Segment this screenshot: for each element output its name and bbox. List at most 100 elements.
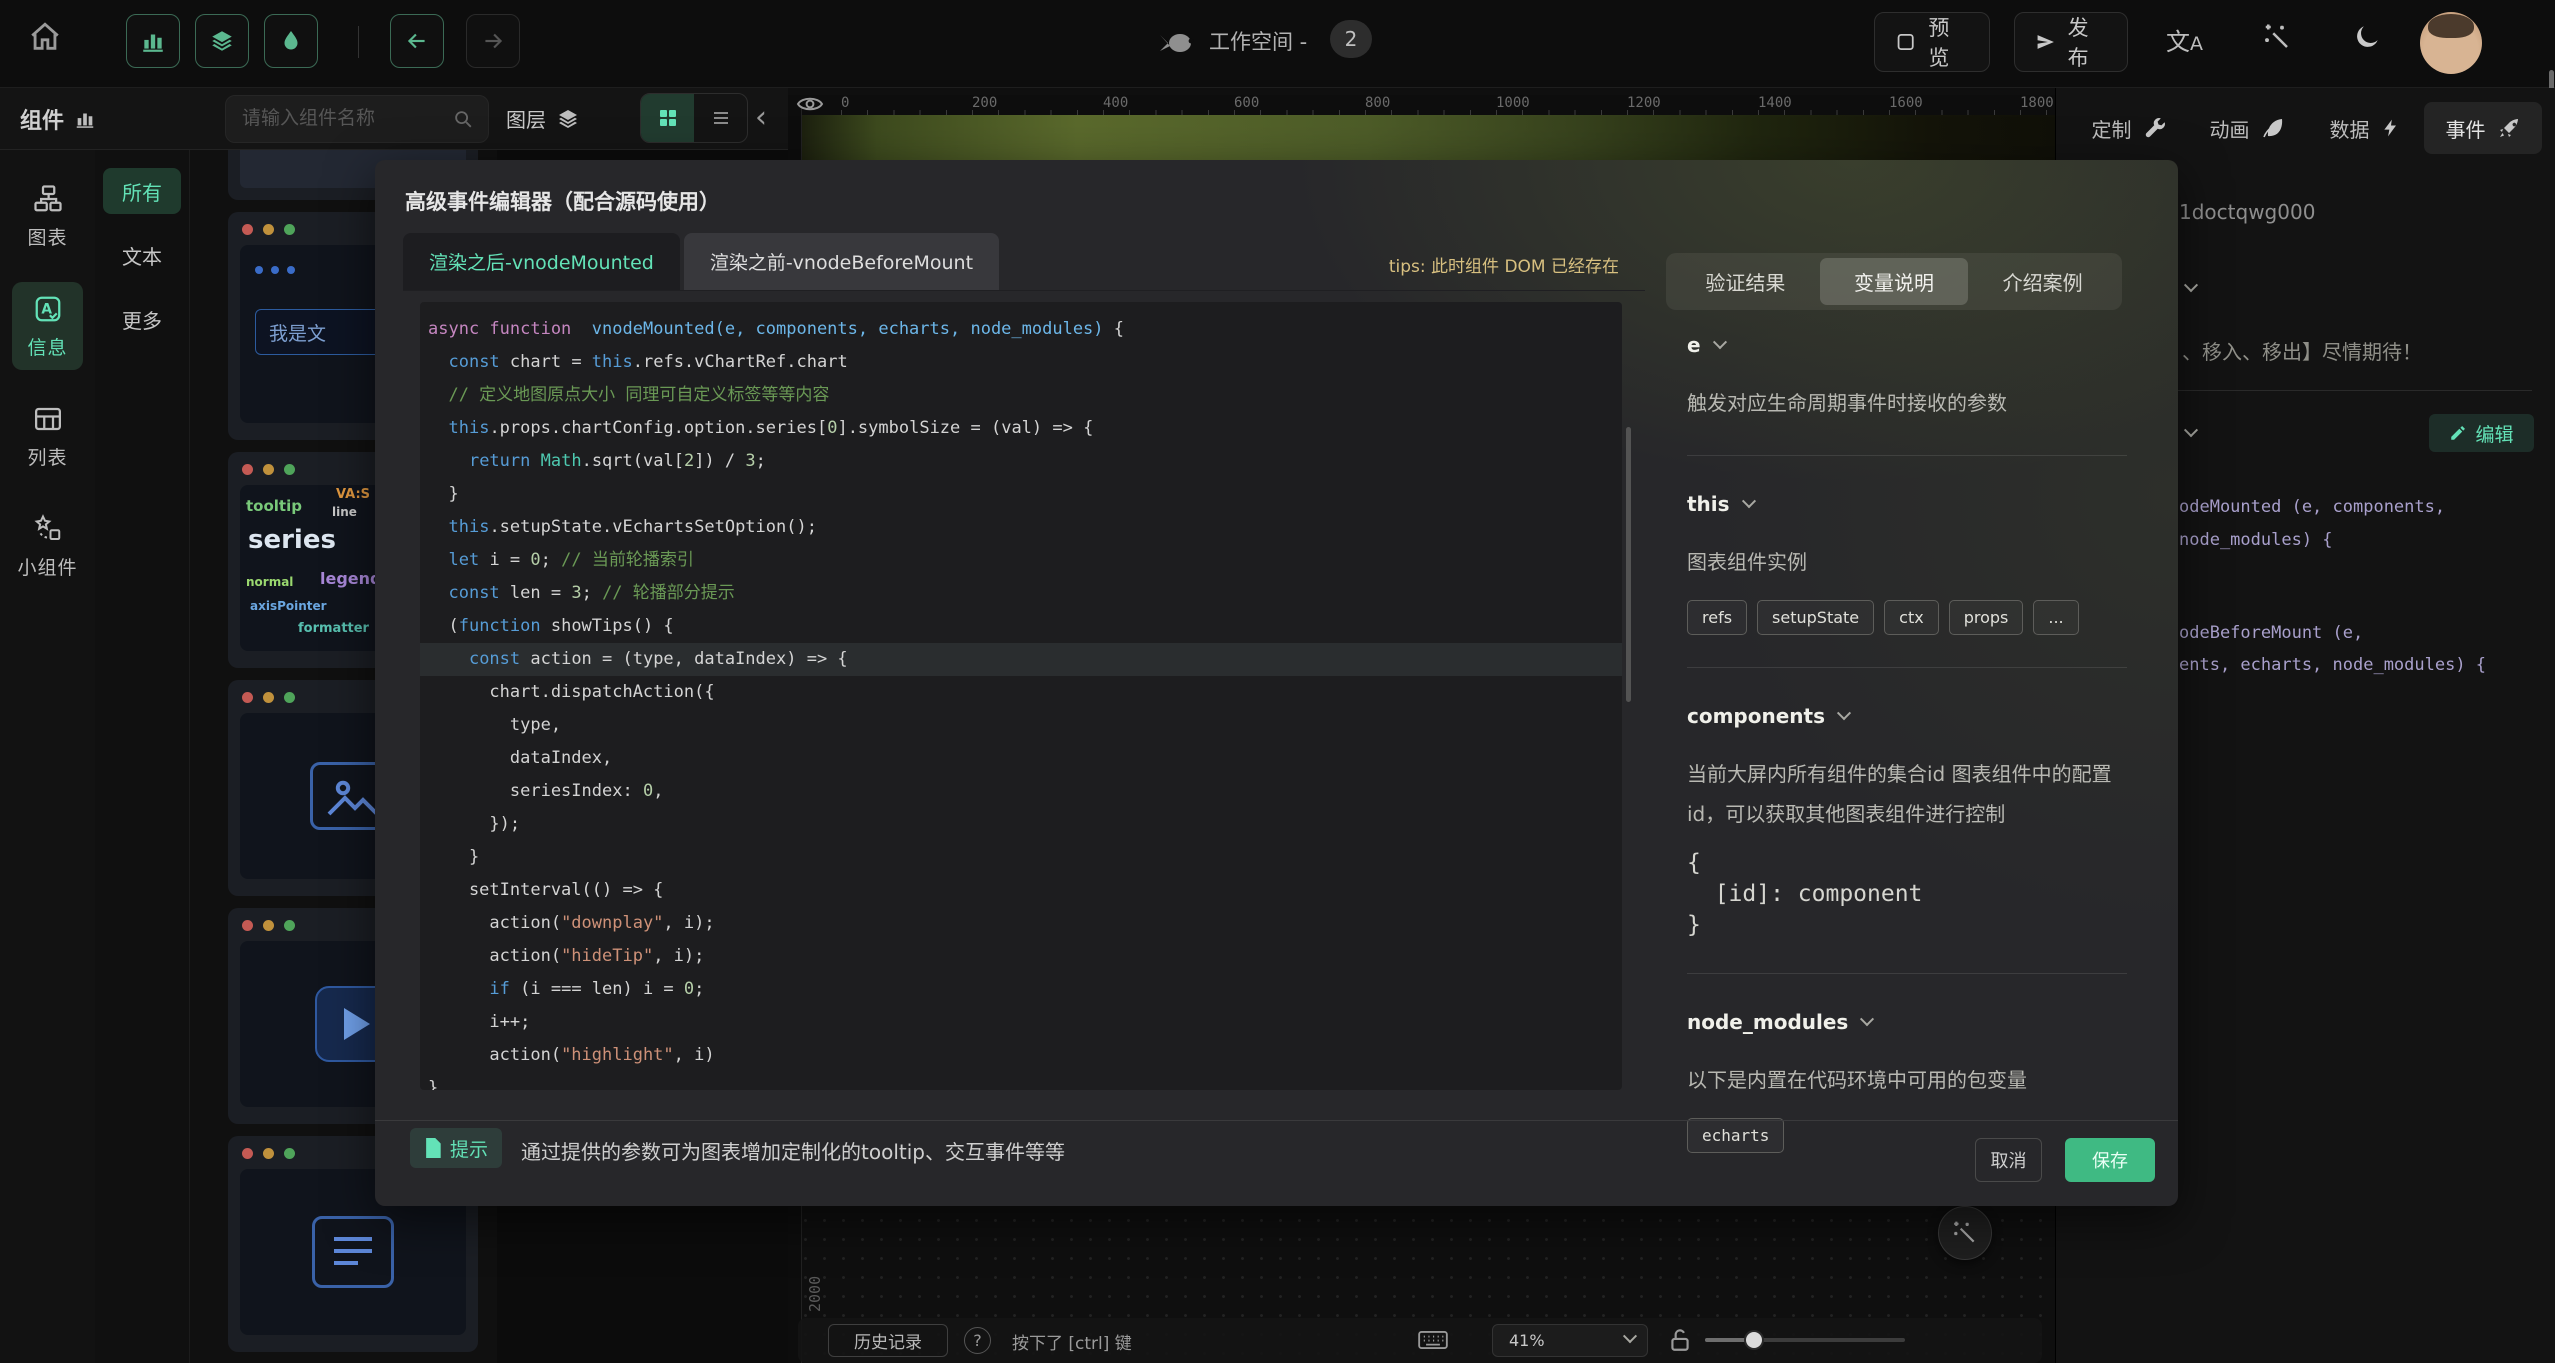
list-view-button[interactable] — [694, 94, 747, 142]
editor-scrollbar[interactable] — [1626, 427, 1631, 702]
chevron-down-icon — [1837, 706, 1851, 720]
wordcloud-word: legend — [320, 569, 381, 588]
wordcloud-word: series — [248, 525, 336, 555]
table-icon — [33, 404, 63, 434]
home-icon[interactable] — [28, 20, 62, 54]
assistant-float-button[interactable] — [1938, 1206, 1992, 1260]
send-icon — [2035, 31, 2056, 53]
magic-wand-icon[interactable] — [2262, 22, 2292, 52]
docs-tab[interactable]: 变量说明 — [1820, 258, 1969, 305]
layers-view-toggle — [640, 93, 748, 143]
category-tab[interactable]: 所有 — [103, 168, 181, 214]
code-line: this.props.chartConfig.option.series[0].… — [420, 412, 1622, 445]
ruler-label: 1600 — [1889, 95, 1923, 111]
docs-tag: ctx — [1884, 600, 1939, 635]
code-line: const action = (type, dataIndex) => { — [420, 643, 1622, 676]
docs-section-name: this — [1687, 492, 1730, 516]
publish-button[interactable]: 发布 — [2014, 12, 2128, 72]
component-type-rail: 图表 A信息列表小组件 — [0, 150, 95, 1363]
layers-panel-title: 图层 — [506, 104, 580, 133]
lifecycle-tab[interactable]: 渲染之后-vnodeMounted — [403, 233, 680, 290]
wordcloud-word: formatter — [298, 621, 369, 636]
footer-hint-text: 通过提供的参数可为图表增加定制化的tooltip、交互事件等等 — [521, 1136, 1065, 1165]
modal-title: 高级事件编辑器（配合源码使用） — [405, 186, 720, 216]
settings-tabs: 定制 动画数据事件 — [2070, 102, 2542, 154]
docs-tabs: 验证结果变量说明介绍案例 — [1666, 253, 2122, 310]
settings-tab-leaf[interactable]: 动画 — [2188, 102, 2306, 154]
modal-tip-text: tips: 此时组件 DOM 已经存在 — [1365, 252, 1619, 277]
fish-icon — [1158, 28, 1198, 58]
canvas-bottom-bar: 历史记录 ? 按下了 [ctrl] 键 41% — [798, 1318, 2042, 1363]
components-panel-title-label: 组件 — [20, 103, 64, 135]
zoom-slider[interactable] — [1705, 1338, 1905, 1342]
zoom-level-select[interactable]: 41% — [1492, 1324, 1648, 1357]
grid-view-button[interactable] — [641, 94, 694, 142]
redo-button[interactable] — [466, 14, 520, 68]
chevron-down-icon[interactable] — [2184, 423, 2198, 437]
chevron-down-icon[interactable] — [2184, 278, 2198, 292]
docs-tab[interactable]: 介绍案例 — [1968, 258, 2117, 305]
docs-tag: props — [1949, 600, 2024, 635]
document-icon — [424, 1138, 441, 1158]
docs-section-header[interactable]: node_modules — [1687, 1010, 2127, 1034]
sidebar-item-info[interactable]: A信息 — [12, 282, 83, 370]
lifecycle-tab[interactable]: 渲染之前-vnodeBeforeMount — [684, 233, 999, 290]
save-button[interactable]: 保存 — [2065, 1138, 2155, 1182]
docs-tab[interactable]: 验证结果 — [1671, 258, 1820, 305]
help-icon[interactable]: ? — [964, 1327, 991, 1354]
info-icon: A — [33, 294, 63, 324]
chart-icon — [33, 184, 63, 214]
search-icon[interactable] — [452, 108, 474, 130]
settings-tab-label: 定制 — [2092, 114, 2132, 143]
keyboard-icon[interactable] — [1418, 1328, 1448, 1352]
component-search-input[interactable] — [225, 95, 489, 143]
sidebar-item-label: 图表 — [27, 223, 67, 250]
divider — [1687, 973, 2127, 974]
sidebar-item-chart[interactable]: 图表 — [12, 172, 83, 260]
settings-tab-bolt[interactable]: 数据 — [2306, 102, 2424, 154]
user-avatar[interactable] — [2420, 12, 2482, 74]
lock-icon[interactable] — [1668, 1327, 1692, 1353]
settings-tab-wrench[interactable]: 定制 — [2070, 102, 2188, 154]
docs-section-header[interactable]: components — [1687, 704, 2127, 728]
collapse-panel-icon[interactable]: ‹ — [755, 96, 767, 140]
browser-icon — [1895, 31, 1916, 53]
code-line: async function vnodeMounted(e, component… — [420, 313, 1622, 346]
top-bar: 工作空间 - 2 预览 发布 文A — [0, 0, 2555, 88]
docs-tag-list: echarts — [1687, 1118, 2127, 1153]
dark-mode-icon[interactable] — [2352, 22, 2382, 52]
history-button[interactable]: 历史记录 — [828, 1324, 948, 1357]
sidebar-item-table[interactable]: 列表 — [12, 392, 83, 480]
bolt-icon — [2381, 116, 2401, 140]
undo-button[interactable] — [390, 14, 444, 68]
component-id-value: 1doctqwg000 — [2179, 200, 2315, 224]
zoom-slider-handle[interactable] — [1746, 1332, 1762, 1348]
category-tab[interactable]: 更多 — [103, 296, 181, 342]
layers-tool-button[interactable] — [195, 14, 249, 68]
cancel-button[interactable]: 取消 — [1975, 1138, 2042, 1182]
preview-button[interactable]: 预览 — [1874, 12, 1990, 72]
language-icon[interactable]: 文A — [2166, 22, 2203, 57]
wordcloud-word: VA:S — [336, 487, 370, 502]
docs-tag: echarts — [1687, 1118, 1784, 1153]
zoom-level-value: 41% — [1509, 1331, 1545, 1350]
code-line: let i = 0; // 当前轮播索引 — [420, 544, 1622, 577]
edit-events-button[interactable]: 编辑 — [2429, 414, 2534, 452]
eye-icon[interactable] — [796, 94, 824, 114]
layers-panel-title-label: 图层 — [506, 104, 546, 133]
docs-section-header[interactable]: e — [1687, 333, 2127, 357]
category-tab[interactable]: 文本 — [103, 232, 181, 278]
docs-section-desc: 触发对应生命周期事件时接收的参数 — [1687, 383, 2127, 423]
events-teaser-text: 、移入、移出】尽情期待！ — [2182, 336, 2422, 365]
settings-tab-rocket[interactable]: 事件 — [2424, 102, 2542, 154]
sidebar-item-label: 小组件 — [17, 553, 77, 580]
code-editor[interactable]: async function vnodeMounted(e, component… — [420, 302, 1622, 1090]
wordcloud-word: tooltip — [246, 497, 302, 515]
event-code-line: ents, echarts, node_modules) { — [2179, 655, 2486, 675]
code-line: }); — [420, 808, 1622, 841]
chart-tool-button[interactable] — [126, 14, 180, 68]
workspace-title: 工作空间 - — [1209, 26, 1307, 56]
sidebar-item-widget[interactable]: 小组件 — [12, 502, 83, 590]
docs-section-header[interactable]: this — [1687, 492, 2127, 516]
drop-tool-button[interactable] — [264, 14, 318, 68]
